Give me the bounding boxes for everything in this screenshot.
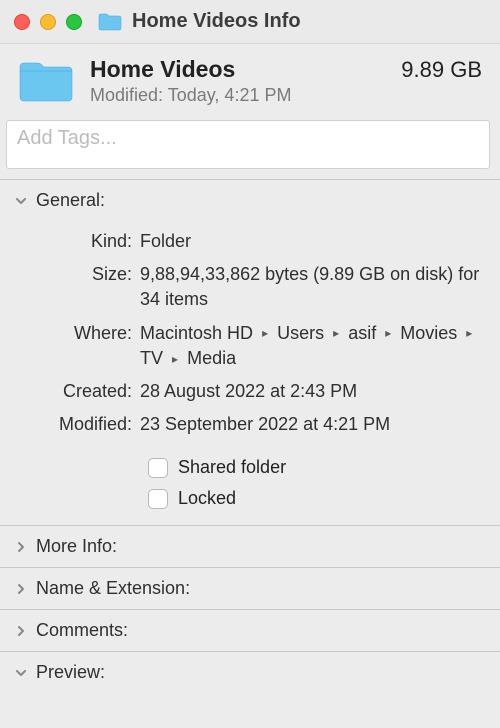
chevron-right-icon: ▸ [385,325,391,342]
created-value: 28 August 2022 at 2:43 PM [140,379,482,404]
section-title: More Info: [36,536,117,557]
general-body: Kind: Folder Size: 9,88,94,33,862 bytes … [0,229,500,525]
section-preview-header[interactable]: Preview: [0,652,500,693]
modified-value: Today, 4:21 PM [168,85,292,105]
traffic-lights [14,14,82,30]
chevron-right-icon [14,624,28,638]
modified-summary: Modified: Today, 4:21 PM [90,85,482,106]
modified-value: 23 September 2022 at 4:21 PM [140,412,482,437]
section-comments-header[interactable]: Comments: [0,610,500,651]
chevron-right-icon [14,582,28,596]
window-title: Home Videos Info [132,10,301,33]
chevron-down-icon [14,194,28,208]
path-segment: Media [187,348,236,368]
shared-folder-checkbox[interactable] [148,458,168,478]
folder-size: 9.89 GB [401,57,482,83]
tags-input[interactable]: Add Tags... [6,120,490,169]
modified-label: Modified: [90,85,163,105]
path-segment: Users [277,323,324,343]
modified-label: Modified: [18,412,140,437]
kind-label: Kind: [18,229,140,254]
header-text: Home Videos 9.89 GB Modified: Today, 4:2… [90,56,482,106]
locked-label: Locked [178,488,236,509]
chevron-right-icon: ▸ [262,325,268,342]
folder-icon [18,58,74,104]
folder-name: Home Videos [90,56,235,83]
chevron-down-icon [14,666,28,680]
zoom-window-button[interactable] [66,14,82,30]
chevron-right-icon [14,540,28,554]
shared-folder-row: Shared folder [18,457,482,478]
section-title: Preview: [36,662,105,683]
shared-folder-label: Shared folder [178,457,286,478]
path-segment: TV [140,348,163,368]
section-title: General: [36,190,105,211]
path-segment: asif [348,323,376,343]
section-more-info-header[interactable]: More Info: [0,526,500,567]
path-segment: Movies [400,323,457,343]
locked-checkbox[interactable] [148,489,168,509]
size-label: Size: [18,262,140,287]
header: Home Videos 9.89 GB Modified: Today, 4:2… [0,44,500,116]
chevron-right-icon: ▸ [333,325,339,342]
chevron-right-icon: ▸ [466,325,472,342]
section-title: Comments: [36,620,128,641]
folder-icon [98,12,122,31]
where-label: Where: [18,321,140,346]
locked-row: Locked [18,488,482,509]
minimize-window-button[interactable] [40,14,56,30]
titlebar: Home Videos Info [0,0,500,44]
section-title: Name & Extension: [36,578,190,599]
size-value: 9,88,94,33,862 bytes (9.89 GB on disk) f… [140,262,482,312]
section-name-ext-header[interactable]: Name & Extension: [0,568,500,609]
where-value: Macintosh HD ▸ Users ▸ asif ▸ Movies ▸ T… [140,321,482,371]
path-segment: Macintosh HD [140,323,253,343]
chevron-right-icon: ▸ [172,351,178,368]
close-window-button[interactable] [14,14,30,30]
created-label: Created: [18,379,140,404]
section-general-header[interactable]: General: [0,180,500,221]
kind-value: Folder [140,229,482,254]
